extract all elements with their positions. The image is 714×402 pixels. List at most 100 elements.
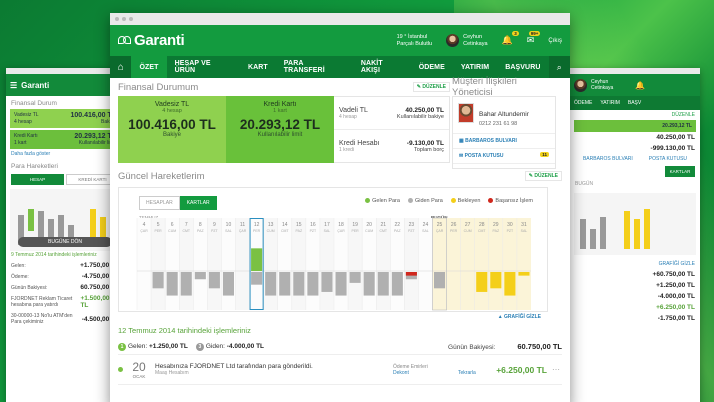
bar-1-4 — [194, 272, 206, 280]
tick-label: 6 — [171, 222, 174, 228]
right-tab-kartlar[interactable]: KARTLAR — [665, 166, 695, 177]
bell-icon[interactable]: 🔔 3 — [502, 31, 519, 46]
left-tx-2[interactable]: 30-00000-13 No'lu ATM'den Para çekiminiz… — [6, 311, 124, 327]
tick-label: 22 — [395, 222, 401, 228]
tab-hesaplar[interactable]: HESAPLAR — [139, 196, 180, 210]
mailbox-link[interactable]: ✉ POSTA KUTUSU 11 — [453, 149, 555, 164]
transactions-summary: 1 Gelen: +1.250,00 TL 3 Giden: -4.000,00 T… — [118, 339, 562, 355]
card-kredi-karti[interactable]: Kredi Kartı 1 kart 20.293,12 TL Kullanıl… — [226, 96, 334, 163]
home-icon[interactable]: ⌂ — [110, 56, 132, 78]
bar-1-14 — [335, 272, 347, 296]
right-branch-link[interactable]: BARBAROS BULVARI — [583, 156, 633, 162]
activity-bar-chart[interactable]: 4ÇAR5PER6CUM7CMT8PAZ9PZT10SAL11ÇAR12PER1… — [119, 218, 549, 313]
incoming-icon: 1 — [118, 342, 126, 351]
window-chrome — [110, 13, 570, 25]
bar-1-15 — [349, 272, 361, 283]
tick-label: 28 — [479, 222, 485, 228]
nav-ozet[interactable]: ÖZET — [131, 56, 167, 78]
nav-hesap-urun[interactable]: HESAP VE ÜRÜN — [167, 56, 240, 78]
finance-title: Finansal Durumum — [118, 81, 199, 93]
card-vadesiz-tl[interactable]: Vadesiz TL 4 hesap 100.416,00 TL Bakiye — [118, 96, 226, 163]
finance-list: Vadeli TL 4 hesap 40.250,00 TL Kullanılabi… — [334, 96, 450, 163]
legend-bekleyen-swatch — [450, 198, 456, 204]
finance-row-kredi[interactable]: Kredi Hesabı 1 kredi -9.130,00 TL Toplam b… — [334, 130, 449, 163]
nav-kart[interactable]: KART — [240, 56, 276, 78]
transaction-row[interactable]: 20 OCAK Hesabınıza FJORDNET Ltd tarafında… — [118, 355, 562, 385]
mailbox-count: 11 — [540, 152, 549, 157]
tick-day-label: CUM — [168, 229, 176, 233]
finance-edit-button[interactable]: ✎ DÜZENLE — [412, 82, 450, 92]
tick-day-label: CMT — [379, 229, 387, 233]
bar-2-24 — [476, 272, 488, 292]
tick-day-label: PZT — [408, 229, 415, 233]
right-mail-link[interactable]: POSTA KUTUSU — [649, 156, 687, 162]
nav-odeme[interactable]: ÖDEME — [411, 56, 453, 78]
more-icon[interactable]: ⋯ — [552, 365, 562, 374]
legend-basarisiz-swatch — [488, 198, 494, 204]
right-nav: ÖDEME YATIRIM BAŞV — [570, 96, 700, 110]
finance-row-vadeli[interactable]: Vadeli TL 4 hesap 40.250,00 TL Kullanılabi… — [334, 97, 449, 130]
tick-label: 26 — [451, 222, 457, 228]
logout-button[interactable]: Çıkış — [548, 38, 562, 44]
right-header: Ceyhun Cetinkaya 🔔 — [570, 74, 700, 96]
right-bell-icon[interactable]: 🔔 — [635, 81, 645, 90]
tick-label: 10 — [226, 222, 232, 228]
tick-day-label: CMT — [182, 229, 190, 233]
tick-day-label: CMT — [478, 229, 486, 233]
right-preview-window: Ceyhun Cetinkaya 🔔 ÖDEME YATIRIM BAŞV DÜ… — [570, 68, 700, 402]
tick-day-label: PAZ — [296, 229, 303, 233]
right-mini-chart — [574, 193, 696, 255]
nav-para-transferi[interactable]: PARA TRANSFERİ — [276, 56, 353, 78]
tick-label: 18 — [338, 222, 344, 228]
tick-day-label: SAL — [422, 229, 429, 233]
finance-cards: Vadesiz TL 4 hesap 100.416,00 TL Bakiye … — [118, 96, 450, 163]
nav-yatirim[interactable]: YATIRIM — [453, 56, 497, 78]
right-card[interactable]: 20.293,12 TL — [574, 120, 696, 132]
activity-edit-button[interactable]: ✎ DÜZENLE — [524, 171, 562, 181]
tick-label: 30 — [507, 222, 513, 228]
activity-chart-panel: HESAPLAR KARTLAR Gelen Para Giden Para B… — [118, 187, 549, 320]
left-header: ☰ Garanti 🔔 — [6, 74, 124, 96]
tick-day-label: ÇAR — [239, 229, 247, 233]
right-edit[interactable]: DÜZENLE — [570, 110, 700, 120]
left-tx-1[interactable]: FJORDNET Reklam Ticaret hesabına para ya… — [6, 293, 124, 311]
manager-panel: Müşteri İlişkileri Yöneticisi Bahar Altu… — [452, 76, 556, 169]
message-icon[interactable]: ✉ 99+ — [527, 31, 541, 46]
bar-1-5 — [208, 272, 220, 289]
tick-day-label: PAZ — [197, 229, 204, 233]
tick-day-label: PZT — [310, 229, 317, 233]
left-finance-title: Finansal Durum — [11, 100, 57, 107]
chart-legend: Gelen Para Giden Para Bekleyen Başarısız… — [365, 198, 533, 204]
left-card-kredi[interactable]: Kredi Kartı 20.293,12 TL 1 kart Kullanıl… — [10, 130, 120, 149]
garanti-logo[interactable]: Garanti — [118, 32, 185, 49]
tick-day-label: PER — [352, 229, 360, 233]
nav-basvuru[interactable]: BAŞVURU — [497, 56, 548, 78]
bar-0-8 — [251, 248, 263, 271]
repeat-link[interactable]: Tekrarla — [458, 370, 488, 376]
transactions-section: 12 Temmuz 2014 tarihindeki işlemleriniz … — [118, 312, 562, 385]
bar-1-3 — [180, 272, 192, 296]
tab-kartlar[interactable]: KARTLAR — [179, 196, 217, 210]
left-today-button[interactable]: BUGÜNE DÖN — [18, 237, 112, 247]
receipt-link[interactable]: Dekont — [393, 370, 453, 376]
bar-1-1 — [152, 272, 164, 289]
branch-link[interactable]: ▦ BARBAROS BULVARI — [453, 134, 555, 149]
hide-chart-link[interactable]: ▲ GRAFİĞİ GİZLE — [498, 314, 541, 320]
tick-label: 12 — [254, 222, 260, 228]
user-profile[interactable]: Ceyhun Cetinkaya — [446, 34, 488, 47]
legend-gelen-swatch — [365, 198, 371, 204]
left-card-vadesiz[interactable]: Vadesiz TL 100.416,00 TL 4 hesap Bakiye — [10, 109, 120, 128]
search-icon[interactable]: ⌕ — [548, 56, 570, 78]
nav-nakit-akisi[interactable]: NAKİT AKIŞI — [353, 56, 411, 78]
tick-label: 17 — [324, 222, 330, 228]
tick-label: 16 — [310, 222, 316, 228]
legend-basarisiz: Başarısız İşlem — [488, 198, 533, 204]
bar-1-10 — [279, 272, 291, 296]
tick-day-label: PAZ — [394, 229, 401, 233]
bar-1-21 — [434, 272, 446, 289]
tick-label: 27 — [465, 222, 471, 228]
left-tab-hesap[interactable]: HESAP — [11, 174, 64, 185]
left-more-link[interactable]: Daha fazla göster — [6, 149, 124, 159]
left-menu-icon[interactable]: ☰ — [10, 81, 17, 90]
incoming-dot-icon — [118, 367, 123, 372]
